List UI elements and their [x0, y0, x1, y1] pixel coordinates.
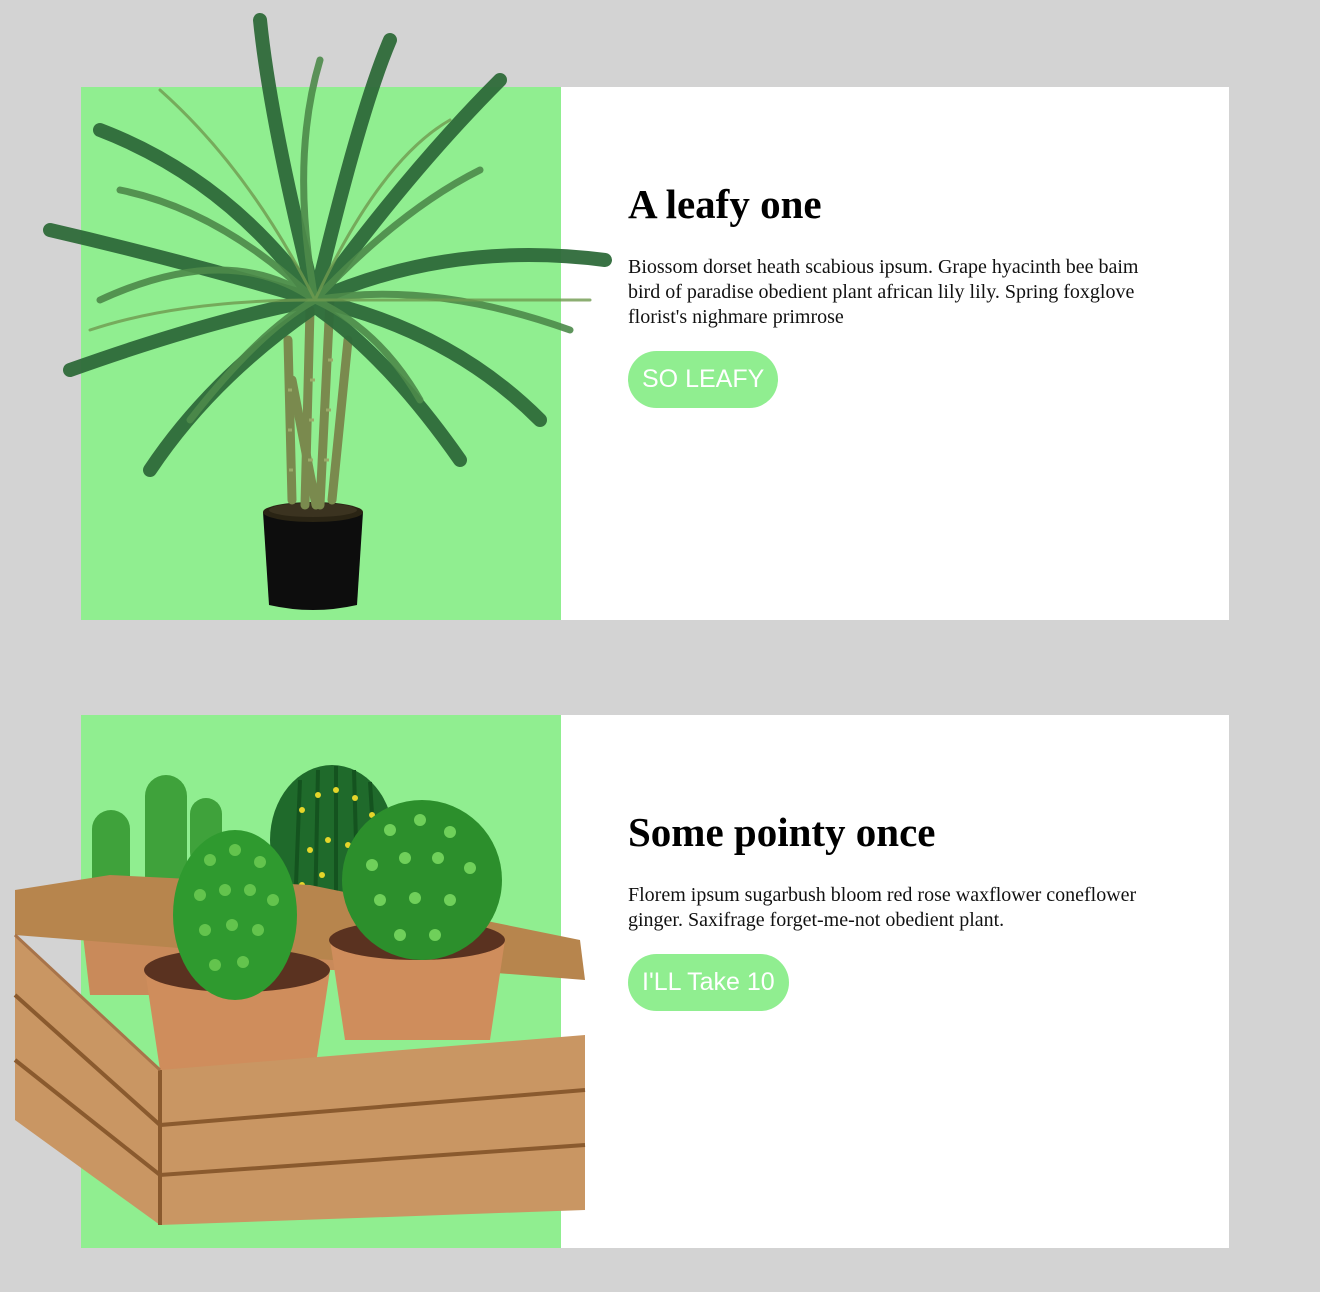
- card-title: A leafy one: [628, 181, 822, 227]
- take-ten-button[interactable]: I'LL Take 10: [628, 954, 789, 1012]
- card-content: A leafy one Biossom dorset heath scabiou…: [628, 181, 1158, 409]
- card-description: Florem ipsum sugarbush bloom red rose wa…: [628, 884, 1137, 932]
- cacti-crate-image: [13, 765, 586, 1225]
- potted-palm-image: [43, 13, 612, 610]
- so-leafy-button[interactable]: SO LEAFY: [628, 351, 779, 409]
- card-title: Some pointy once: [628, 809, 936, 855]
- card-description: Biossom dorset heath scabious ipsum. Gra…: [628, 256, 1139, 329]
- card-content: Some pointy once Florem ipsum sugarbush …: [628, 809, 1158, 1012]
